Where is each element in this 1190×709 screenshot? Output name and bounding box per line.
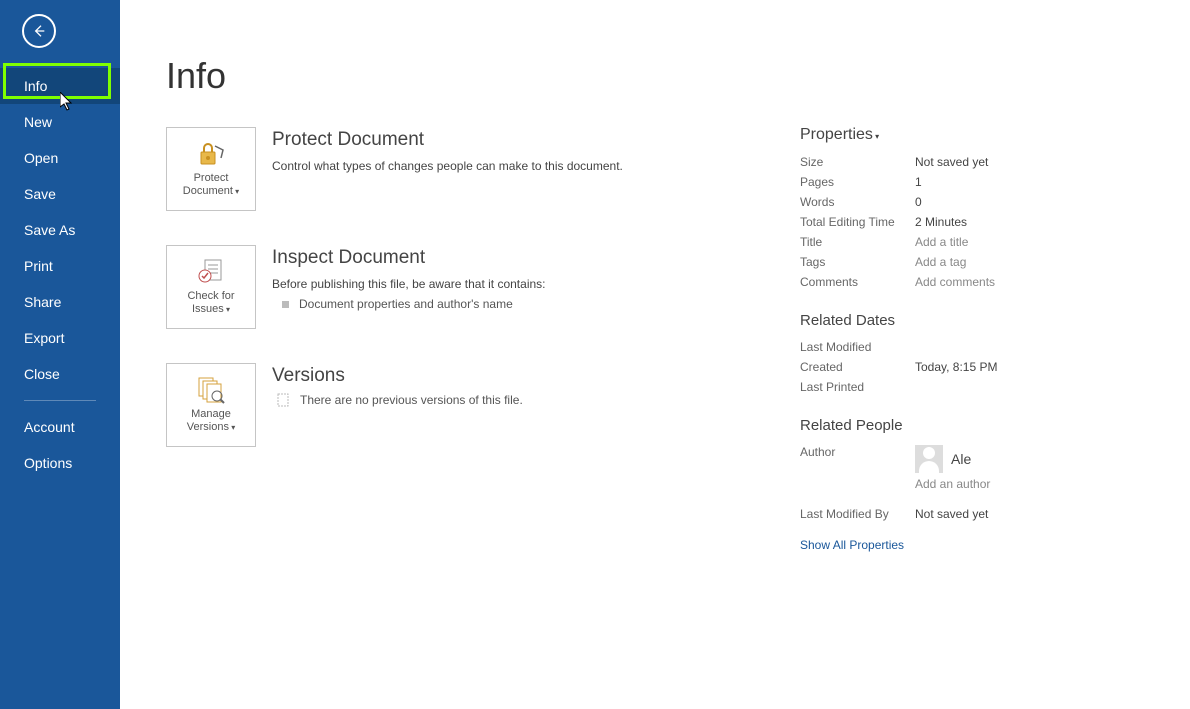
backstage-sidebar: Info New Open Save Save As Print Share E… bbox=[0, 0, 120, 709]
inspect-desc: Before publishing this file, be aware th… bbox=[272, 275, 742, 293]
tile-label: Protect Document bbox=[183, 172, 239, 198]
author-name: Ale bbox=[951, 451, 971, 467]
back-button[interactable] bbox=[22, 14, 56, 48]
sidebar-item-close[interactable]: Close bbox=[0, 356, 120, 392]
prop-last-printed: Last Printed bbox=[800, 377, 1170, 397]
prop-editing-time: Total Editing Time2 Minutes bbox=[800, 212, 1170, 232]
prop-pages: Pages1 bbox=[800, 172, 1170, 192]
properties-panel: Properties SizeNot saved yet Pages1 Word… bbox=[800, 126, 1170, 552]
prop-tags[interactable]: TagsAdd a tag bbox=[800, 252, 1170, 272]
tile-label: Manage Versions bbox=[187, 408, 235, 434]
add-author-field[interactable]: Add an author bbox=[915, 477, 990, 491]
properties-dropdown[interactable]: Properties bbox=[800, 126, 1170, 144]
protect-heading: Protect Document bbox=[272, 129, 742, 151]
sidebar-item-label: Open bbox=[24, 150, 58, 166]
sidebar-item-new[interactable]: New bbox=[0, 104, 120, 140]
main-panel: Info Protect Document Protect Document C… bbox=[120, 0, 1190, 709]
sidebar-item-export[interactable]: Export bbox=[0, 320, 120, 356]
arrow-left-icon bbox=[31, 23, 47, 39]
lock-icon bbox=[195, 140, 227, 168]
check-for-issues-button[interactable]: Check for Issues bbox=[166, 245, 256, 329]
versions-desc: There are no previous versions of this f… bbox=[272, 393, 742, 407]
page-title: Info bbox=[166, 55, 1144, 97]
sidebar-item-label: Info bbox=[24, 78, 47, 94]
sidebar-item-info[interactable]: Info bbox=[0, 68, 120, 104]
show-all-properties-link[interactable]: Show All Properties bbox=[800, 538, 1170, 552]
sidebar-item-label: Options bbox=[24, 455, 72, 471]
sidebar-item-share[interactable]: Share bbox=[0, 284, 120, 320]
prop-last-modified: Last Modified bbox=[800, 337, 1170, 357]
protect-document-button[interactable]: Protect Document bbox=[166, 127, 256, 211]
sidebar-item-label: Close bbox=[24, 366, 60, 382]
related-people-heading: Related People bbox=[800, 417, 1170, 434]
protect-desc: Control what types of changes people can… bbox=[272, 157, 742, 175]
sidebar-item-open[interactable]: Open bbox=[0, 140, 120, 176]
versions-icon bbox=[195, 376, 227, 404]
prop-size: SizeNot saved yet bbox=[800, 152, 1170, 172]
prop-last-modified-by: Last Modified By Not saved yet bbox=[800, 504, 1170, 524]
prop-comments[interactable]: CommentsAdd comments bbox=[800, 272, 1170, 292]
inspect-bullet: Document properties and author's name bbox=[272, 297, 742, 311]
sidebar-divider bbox=[24, 400, 96, 401]
document-check-icon bbox=[195, 258, 227, 286]
sidebar-item-label: New bbox=[24, 114, 52, 130]
bullet-icon bbox=[282, 301, 289, 308]
sidebar-item-label: Share bbox=[24, 294, 61, 310]
sidebar-item-label: Save bbox=[24, 186, 56, 202]
sidebar-item-label: Save As bbox=[24, 222, 75, 238]
related-dates-heading: Related Dates bbox=[800, 312, 1170, 329]
sidebar-item-label: Account bbox=[24, 419, 75, 435]
prop-words: Words0 bbox=[800, 192, 1170, 212]
sidebar-item-save[interactable]: Save bbox=[0, 176, 120, 212]
sidebar-item-print[interactable]: Print bbox=[0, 248, 120, 284]
author-entry[interactable]: Ale bbox=[915, 445, 990, 473]
inspect-heading: Inspect Document bbox=[272, 247, 742, 269]
sidebar-item-account[interactable]: Account bbox=[0, 409, 120, 445]
sidebar-item-save-as[interactable]: Save As bbox=[0, 212, 120, 248]
sidebar-item-label: Print bbox=[24, 258, 53, 274]
sidebar-item-options[interactable]: Options bbox=[0, 445, 120, 481]
prop-created: CreatedToday, 8:15 PM bbox=[800, 357, 1170, 377]
manage-versions-button[interactable]: Manage Versions bbox=[166, 363, 256, 447]
versions-heading: Versions bbox=[272, 365, 742, 387]
tile-label: Check for Issues bbox=[187, 290, 234, 316]
avatar-icon bbox=[915, 445, 943, 473]
document-dashed-icon bbox=[276, 393, 290, 407]
prop-author: Author Ale Add an author bbox=[800, 442, 1170, 494]
prop-title[interactable]: TitleAdd a title bbox=[800, 232, 1170, 252]
sidebar-item-label: Export bbox=[24, 330, 64, 346]
